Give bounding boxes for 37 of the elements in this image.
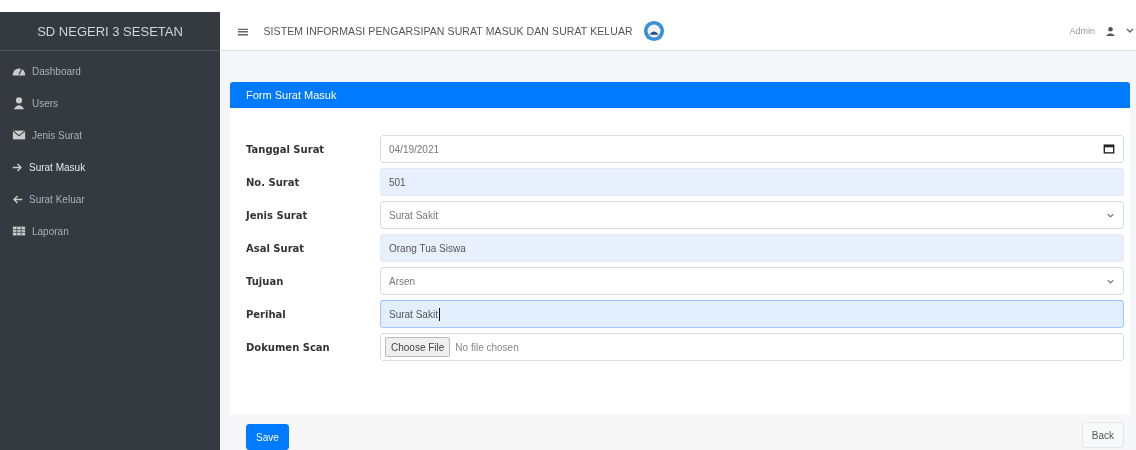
user-icon[interactable] [1105,25,1116,37]
field-label: Dokumen Scan [246,341,331,353]
app-title: SISTEM INFORMASI PENGARSIPAN SURAT MASUK DAN SURAT KELUAR [263,25,633,37]
sidebar-item[interactable]: Laporan [8,215,220,247]
menu-button[interactable]: ≡ [232,21,254,41]
file-status: No file chosen [455,341,520,353]
choose-file-button[interactable]: Choose File [385,337,451,357]
date-field[interactable]: 04/19/2021 [380,135,1124,163]
form-title: Form Surat Masuk [246,89,337,101]
field-label: No. Surat [246,176,301,188]
sidebar-item[interactable]: Dashboard [8,55,220,87]
text-field[interactable]: Orang Tua Siswa [380,234,1124,262]
save-button[interactable]: Save [246,424,289,450]
sidebar-item[interactable]: Users [8,87,220,119]
select-field[interactable]: Arsen [380,267,1124,295]
sidebar-item[interactable]: Surat Masuk [8,151,220,183]
caret-icon[interactable] [1126,27,1134,35]
sidebar-item[interactable]: Jenis Surat [8,119,220,151]
field-label: Tujuan [246,275,285,287]
select-field[interactable]: Surat Sakit [380,201,1124,229]
back-button[interactable]: Back [1081,422,1124,448]
school-logo-icon [642,20,665,42]
envelope-icon [12,128,26,142]
user-name[interactable]: Admin [1069,26,1095,36]
arrow-left-icon [12,193,23,205]
arrow-right-icon [12,161,23,173]
field-label: Asal Surat [246,242,306,254]
sidebar-item[interactable]: Surat Keluar [8,183,220,215]
table-icon [12,224,26,238]
file-field[interactable]: Choose File No file chosen [380,333,1124,361]
field-label: Jenis Surat [246,209,309,221]
text-field[interactable]: 501 [380,168,1124,196]
calendar-icon [1103,143,1115,155]
text-field[interactable]: Surat Sakit [380,300,1124,328]
user-icon [12,96,26,110]
field-label: Tanggal Surat [246,143,326,155]
field-label: Perihal [246,308,287,320]
